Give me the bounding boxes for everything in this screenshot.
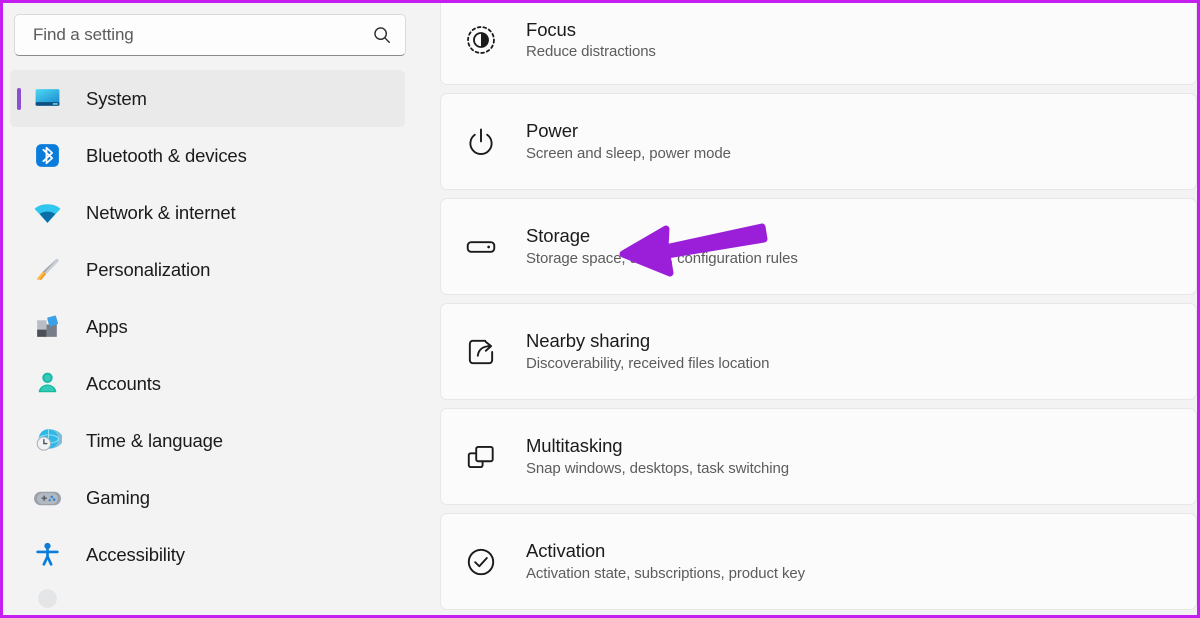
sidebar-item-accessibility[interactable]: Accessibility (10, 526, 405, 583)
power-icon (464, 125, 498, 159)
sidebar-item-label: Accounts (86, 372, 161, 394)
sidebar-item-label: Network & internet (86, 201, 236, 223)
sidebar-item-label: Accessibility (86, 543, 185, 565)
sidebar-item-network-internet[interactable]: Network & internet (10, 184, 405, 241)
sidebar-item-time-language[interactable]: Time & language (10, 412, 405, 469)
sidebar-item-label: Gaming (86, 486, 150, 508)
sidebar-item-accounts[interactable]: Accounts (10, 355, 405, 412)
sidebar-item-gaming[interactable]: Gaming (10, 469, 405, 526)
partial-icon (33, 584, 62, 613)
search-icon[interactable] (371, 24, 393, 46)
person-icon (33, 369, 62, 398)
sidebar-item-label: System (86, 87, 147, 109)
apps-icon (33, 312, 62, 341)
settings-row-title: Power (526, 120, 578, 142)
sidebar-item-partial[interactable] (10, 583, 405, 613)
sidebar-item-system[interactable]: System (10, 70, 405, 127)
settings-window: System Bluetooth & devices (0, 0, 1200, 618)
settings-row-subtitle: Discoverability, received files location (526, 354, 770, 372)
paintbrush-icon (33, 255, 62, 284)
gamepad-icon (33, 483, 62, 512)
settings-row-focus[interactable]: Focus Reduce distractions (440, 3, 1197, 85)
settings-row-nearby-sharing[interactable]: Nearby sharing Discoverability, received… (440, 303, 1197, 400)
search-input[interactable] (33, 25, 371, 45)
monitor-icon (33, 84, 62, 113)
search-box[interactable] (14, 14, 406, 56)
check-circle-icon (464, 545, 498, 579)
sidebar-item-label: Time & language (86, 429, 223, 451)
settings-row-subtitle: Reduce distractions (526, 43, 656, 61)
settings-row-title: Activation (526, 540, 606, 562)
clock-globe-icon (33, 426, 62, 455)
focus-icon (464, 23, 498, 57)
settings-row-subtitle: Activation state, subscriptions, product… (526, 564, 806, 582)
settings-row-activation[interactable]: Activation Activation state, subscriptio… (440, 513, 1197, 610)
settings-list: Focus Reduce distractions Power Screen a… (440, 3, 1197, 615)
settings-row-title: Focus (526, 18, 576, 40)
settings-row-title: Multitasking (526, 435, 623, 457)
settings-row-multitasking[interactable]: Multitasking Snap windows, desktops, tas… (440, 408, 1197, 505)
sidebar-item-label: Personalization (86, 258, 211, 280)
sidebar-item-bluetooth-devices[interactable]: Bluetooth & devices (10, 127, 405, 184)
settings-row-subtitle: Screen and sleep, power mode (526, 144, 731, 162)
settings-row-power[interactable]: Power Screen and sleep, power mode (440, 93, 1197, 190)
wifi-icon (33, 198, 62, 227)
sidebar: System Bluetooth & devices (3, 3, 440, 615)
sidebar-item-apps[interactable]: Apps (10, 298, 405, 355)
settings-row-title: Nearby sharing (526, 330, 651, 352)
settings-row-title: Storage (526, 225, 591, 247)
sidebar-item-personalization[interactable]: Personalization (10, 241, 405, 298)
share-icon (464, 335, 498, 369)
sidebar-item-label: Bluetooth & devices (86, 144, 247, 166)
accessibility-icon (33, 540, 62, 569)
bluetooth-icon (33, 141, 62, 170)
settings-row-storage[interactable]: Storage Storage space, drives, configura… (440, 198, 1197, 295)
storage-icon (464, 230, 498, 264)
multitasking-icon (464, 440, 498, 474)
sidebar-nav: System Bluetooth & devices Network & int… (10, 70, 440, 613)
settings-row-subtitle: Snap windows, desktops, task switching (526, 459, 789, 477)
settings-row-subtitle: Storage space, drives, configuration rul… (526, 249, 798, 267)
sidebar-item-label: Apps (86, 315, 128, 337)
